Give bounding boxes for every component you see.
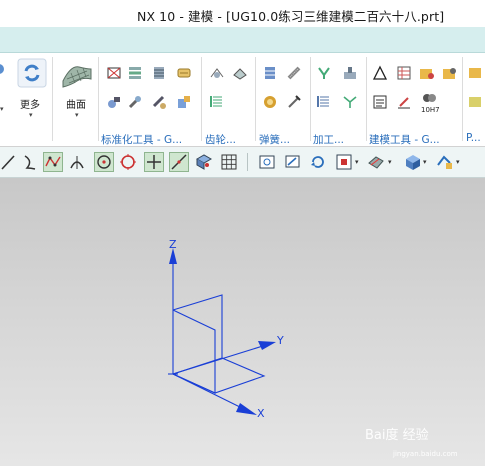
pipe-joint-icon[interactable] [106, 94, 122, 110]
tolerance-icon[interactable] [421, 90, 437, 106]
machining-icon[interactable] [316, 65, 332, 81]
drawing-sheet-icon[interactable] [372, 94, 388, 110]
gear-pair-icon[interactable] [232, 65, 248, 81]
grid-snap-icon[interactable] [220, 153, 238, 171]
z-axis-label: Z [169, 238, 177, 251]
center-snap-icon[interactable] [94, 152, 114, 172]
surface-label[interactable]: 曲面 [66, 96, 86, 111]
orient-view-icon[interactable] [335, 153, 353, 171]
point-on-curve-icon[interactable] [169, 152, 189, 172]
y-axis-label: Y [276, 334, 284, 347]
group-label-modeling-tools[interactable]: 建模工具 - G... [369, 132, 440, 147]
group-divider [201, 57, 202, 141]
p-tool-icon[interactable] [467, 65, 483, 81]
ribbon: ▾ 更多 ▾ 曲面 ▾ 标准化工具 - G... 齿轮... 弹簧... 加工.… [0, 53, 485, 147]
surface-dropdown-icon[interactable]: ▾ [75, 111, 79, 119]
rotate-view-icon[interactable] [309, 153, 327, 171]
group-divider [310, 57, 311, 141]
group-label-p[interactable]: P... [466, 132, 481, 144]
standard-part-icon[interactable] [106, 65, 122, 81]
triangle-icon[interactable] [372, 65, 388, 81]
group-label-standard[interactable]: 标准化工具 - G... [101, 132, 182, 147]
fastener-icon[interactable] [151, 94, 167, 110]
tolerance-badge[interactable]: 10H7 [421, 106, 440, 114]
zoom-view-icon[interactable] [284, 153, 302, 171]
fixture-icon[interactable] [342, 65, 358, 81]
measure-pen-icon[interactable] [396, 94, 412, 110]
spring-tool-icon[interactable] [286, 94, 302, 110]
group-divider [52, 57, 53, 141]
x-axis-label: X [257, 407, 265, 420]
baidu-watermark: Bai度 经验 [365, 428, 429, 443]
stack-plates-icon[interactable] [127, 65, 143, 81]
group-divider [255, 57, 256, 141]
fit-view-icon[interactable] [258, 153, 276, 171]
wrench-tool-icon[interactable] [127, 94, 143, 110]
graphics-viewport[interactable]: Z Y X Bai度 经验 jingyan.baidu.com [0, 178, 485, 466]
group-divider [98, 57, 99, 141]
intersection-snap-icon[interactable] [68, 153, 86, 171]
render-style-icon[interactable] [367, 153, 385, 171]
assembly-part-icon[interactable] [176, 94, 192, 110]
spring-database-icon[interactable] [262, 65, 278, 81]
visual-dropdown-icon[interactable]: ▾ [456, 158, 460, 166]
key-tool-icon[interactable] [176, 65, 192, 81]
spline-snap-icon[interactable] [43, 152, 63, 172]
face-snap-icon[interactable] [195, 153, 213, 171]
baidu-watermark-url: jingyan.baidu.com [393, 450, 458, 458]
group-divider [462, 57, 463, 141]
more-label[interactable]: 更多 [20, 96, 40, 111]
folder-tool-icon[interactable] [419, 65, 435, 81]
shaded-dropdown-icon[interactable]: ▾ [423, 158, 427, 166]
shaded-cube-icon[interactable] [404, 153, 422, 171]
group-divider [366, 57, 367, 141]
visual-settings-icon[interactable] [436, 153, 454, 171]
coil-spring-icon[interactable] [262, 94, 278, 110]
machining-table-icon[interactable] [316, 94, 332, 110]
datum-csys-triad[interactable]: Z Y X [0, 178, 485, 466]
curve-snap-icon[interactable] [21, 153, 39, 171]
group-label-gear[interactable]: 齿轮... [205, 132, 236, 147]
snap-toolbar: ▾ ▾ ▾ ▾ [0, 147, 485, 178]
ribbon-tab-strip [0, 27, 485, 53]
group-label-machining[interactable]: 加工... [313, 132, 344, 147]
cropped-caret-icon[interactable]: ▾ [0, 105, 4, 113]
quadrant-snap-icon[interactable] [119, 153, 137, 171]
title-bar: NX 10 - 建模 - [UG10.0练习三维建模二百六十八.prt] [0, 0, 485, 27]
y-axis-arrowhead [258, 341, 276, 350]
xz-plane [172, 309, 216, 394]
x-axis-arrowhead [236, 403, 257, 415]
point-snap-icon[interactable] [144, 152, 164, 172]
bolt-stack-icon[interactable] [151, 65, 167, 81]
toolbar-divider [247, 153, 248, 171]
part-library-icon[interactable] [442, 65, 458, 81]
table-sheet-icon[interactable] [396, 65, 412, 81]
spring-icon[interactable] [286, 65, 302, 81]
line-snap-icon[interactable] [0, 153, 18, 171]
more-dropdown-icon[interactable]: ▾ [29, 111, 33, 119]
orient-dropdown-icon[interactable]: ▾ [355, 158, 359, 166]
more-commands-icon[interactable] [16, 57, 48, 89]
surface-icon[interactable] [61, 59, 93, 91]
p-tool-2-icon[interactable] [467, 94, 483, 110]
group-label-spring[interactable]: 弹簧... [259, 132, 290, 147]
gear-icon[interactable] [209, 65, 225, 81]
tool-path-icon[interactable] [342, 94, 358, 110]
gear-list-icon[interactable] [209, 94, 225, 110]
window-title: NX 10 - 建模 - [UG10.0练习三维建模二百六十八.prt] [137, 9, 445, 24]
render-dropdown-icon[interactable]: ▾ [388, 158, 392, 166]
cropped-tool-icon[interactable] [0, 61, 7, 77]
xy-plane [172, 357, 266, 394]
